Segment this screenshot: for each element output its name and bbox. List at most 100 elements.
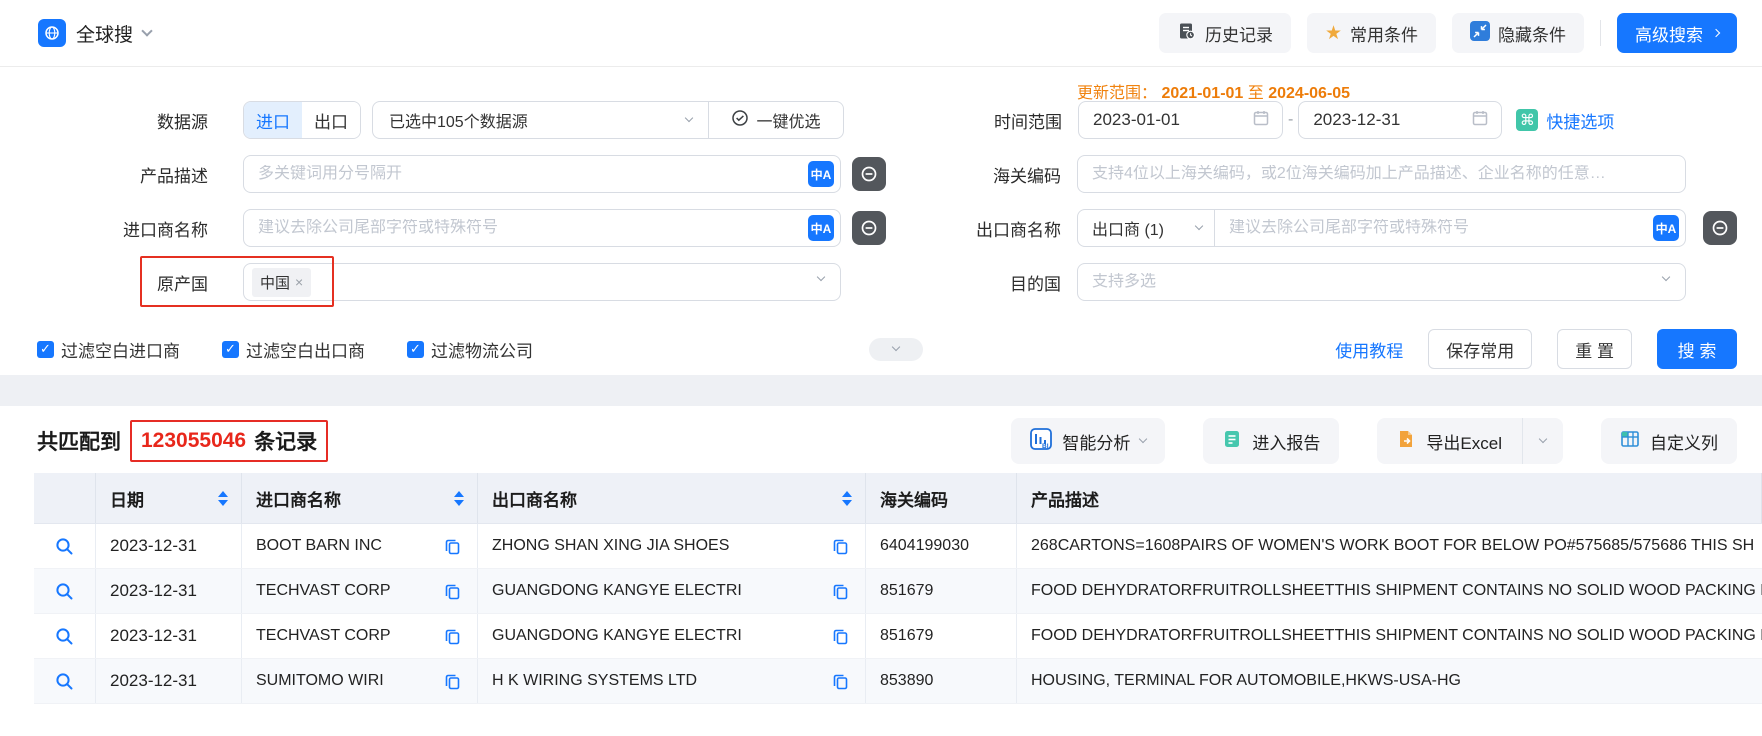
row-detail-search-icon[interactable] — [34, 569, 96, 613]
calendar-icon — [1252, 109, 1270, 132]
one-click-optimize-button[interactable]: 一键优选 — [708, 102, 843, 138]
divider — [1600, 20, 1601, 46]
column-header-importer[interactable]: 进口商名称 — [242, 473, 478, 523]
brand[interactable]: 全球搜 — [38, 19, 153, 47]
sort-icon[interactable] — [218, 490, 228, 506]
hs-code-input[interactable] — [1078, 165, 1685, 183]
column-header-exporter[interactable]: 出口商名称 — [478, 473, 866, 523]
section-divider — [0, 375, 1762, 406]
cell-exporter: H K WIRING SYSTEMS LTD — [478, 659, 866, 703]
translate-icon[interactable]: 中A — [808, 215, 834, 241]
annotation-box-count: 123055046 条记录 — [130, 420, 329, 462]
tab-export[interactable]: 出口 — [302, 102, 360, 138]
sort-icon[interactable] — [454, 490, 464, 506]
table-row: 2023-12-31 TECHVAST CORP GUANGDONG KANGYE … — [34, 614, 1762, 659]
copy-icon[interactable] — [444, 583, 461, 600]
hide-conditions-button[interactable]: 隐藏条件 — [1452, 13, 1584, 53]
exclude-filter-icon[interactable] — [852, 157, 886, 191]
exporter-input[interactable] — [1215, 219, 1685, 237]
results-header: 共匹配到 123055046 条记录 BI 智能分析 进入报告 导出Excel … — [0, 417, 1762, 465]
search-button[interactable]: 搜 索 — [1657, 329, 1737, 369]
export-options-button[interactable] — [1522, 418, 1563, 464]
copy-icon[interactable] — [832, 583, 849, 600]
hs-code-label: 海关编码 — [993, 166, 1061, 186]
cell-date: 2023-12-31 — [96, 659, 242, 703]
datasource-label: 数据源 — [157, 112, 208, 132]
cell-hscode: 851679 — [866, 614, 1017, 658]
destination-label: 目的国 — [1010, 274, 1061, 294]
exclude-filter-icon[interactable] — [852, 211, 886, 245]
report-icon — [1222, 429, 1242, 454]
advanced-search-button[interactable]: 高级搜索 — [1617, 13, 1737, 53]
copy-icon[interactable] — [444, 673, 461, 690]
update-range: 更新范围： 2021-01-01 至 2024-06-05 — [1077, 85, 1351, 102]
update-range-start: 2021-01-01 — [1161, 85, 1244, 102]
importer-input[interactable] — [244, 219, 840, 237]
command-icon: ⌘ — [1516, 109, 1539, 131]
exclude-filter-icon[interactable] — [1703, 211, 1737, 245]
product-desc-input[interactable] — [244, 165, 840, 183]
results-table: 日期 进口商名称 出口商名称 海关编码 产品描述 2023-12-31 BOOT… — [34, 473, 1762, 704]
product-desc-box: 中A — [243, 155, 841, 193]
enter-report-button[interactable]: 进入报告 — [1203, 418, 1340, 464]
update-range-end: 2024-06-05 — [1268, 85, 1351, 102]
history-button[interactable]: 历史记录 — [1158, 13, 1291, 53]
cell-hscode: 851679 — [866, 569, 1017, 613]
chevron-down-icon — [816, 272, 826, 282]
column-header-date[interactable]: 日期 — [96, 473, 242, 523]
filter-empty-importer[interactable]: ✓ 过滤空白进口商 — [37, 337, 180, 362]
chevron-down-icon — [1538, 434, 1548, 444]
reset-button[interactable]: 重 置 — [1557, 329, 1632, 369]
remove-tag-icon[interactable]: × — [295, 274, 303, 290]
copy-icon[interactable] — [444, 628, 461, 645]
datasource-select[interactable]: 已选中105个数据源 — [373, 108, 708, 132]
cell-hscode: 853890 — [866, 659, 1017, 703]
translate-icon[interactable]: 中A — [1653, 215, 1679, 241]
quick-options-button[interactable]: ⌘ 快捷选项 — [1516, 108, 1614, 133]
date-end-input[interactable]: 2023-12-31 — [1298, 101, 1503, 139]
copy-icon[interactable] — [832, 538, 849, 555]
tutorial-link[interactable]: 使用教程 — [1335, 337, 1403, 362]
exporter-type-select[interactable]: 出口商 (1) — [1078, 210, 1215, 246]
cell-product: HOUSING, TERMINAL FOR AUTOMOBILE,HKWS-US… — [1031, 672, 1461, 689]
chevron-down-icon[interactable] — [141, 25, 153, 37]
copy-icon[interactable] — [832, 673, 849, 690]
filter-logistics[interactable]: ✓ 过滤物流公司 — [407, 337, 533, 362]
copy-icon[interactable] — [832, 628, 849, 645]
expand-conditions-button[interactable] — [869, 337, 923, 361]
date-start-input[interactable]: 2023-01-01 — [1078, 101, 1283, 139]
topbar-actions: 历史记录 ★ 常用条件 隐藏条件 高级搜索 — [1158, 13, 1737, 53]
cell-importer: TECHVAST CORP — [242, 614, 478, 658]
cell-importer: SUMITOMO WIRI — [242, 659, 478, 703]
importer-box: 中A — [243, 209, 841, 247]
origin-country-label: 原产国 — [157, 274, 208, 294]
results-section: 共匹配到 123055046 条记录 BI 智能分析 进入报告 导出Excel … — [0, 417, 1762, 704]
checkbox-checked-icon[interactable]: ✓ — [37, 340, 54, 358]
copy-icon[interactable] — [444, 538, 461, 555]
favorites-button[interactable]: ★ 常用条件 — [1306, 13, 1436, 53]
product-desc-label: 产品描述 — [140, 166, 208, 186]
export-excel-button[interactable]: 导出Excel — [1377, 418, 1563, 464]
row-datasource: 数据源 进口 出口 已选中105个数据源 一键优选 时间范围 2023-01-0… — [0, 101, 1762, 139]
cell-product: 268CARTONS=1608PAIRS OF WOMEN'S WORK BOO… — [1031, 537, 1755, 554]
cell-product: FOOD DEHYDRATORFRUITROLLSHEETTHIS SHIPME… — [1031, 627, 1762, 644]
row-detail-search-icon[interactable] — [34, 659, 96, 703]
cell-hscode: 6404199030 — [866, 524, 1017, 568]
destination-input[interactable] — [1078, 273, 1685, 291]
importer-label: 进口商名称 — [123, 220, 208, 240]
checkbox-checked-icon[interactable]: ✓ — [222, 340, 239, 358]
row-detail-search-icon[interactable] — [34, 614, 96, 658]
save-common-button[interactable]: 保存常用 — [1428, 329, 1533, 369]
row-detail-search-icon[interactable] — [34, 524, 96, 568]
customize-columns-button[interactable]: 自定义列 — [1601, 418, 1737, 464]
destination-select[interactable] — [1077, 263, 1686, 301]
origin-country-select[interactable]: 中国 × — [243, 263, 841, 301]
translate-icon[interactable]: 中A — [808, 161, 834, 187]
country-tag: 中国 × — [252, 267, 312, 297]
tab-import[interactable]: 进口 — [244, 102, 302, 138]
time-range-label: 时间范围 — [994, 112, 1062, 132]
smart-analysis-button[interactable]: BI 智能分析 — [1011, 418, 1166, 464]
checkbox-checked-icon[interactable]: ✓ — [407, 340, 424, 358]
sort-icon[interactable] — [842, 490, 852, 506]
filter-empty-exporter[interactable]: ✓ 过滤空白出口商 — [222, 337, 365, 362]
